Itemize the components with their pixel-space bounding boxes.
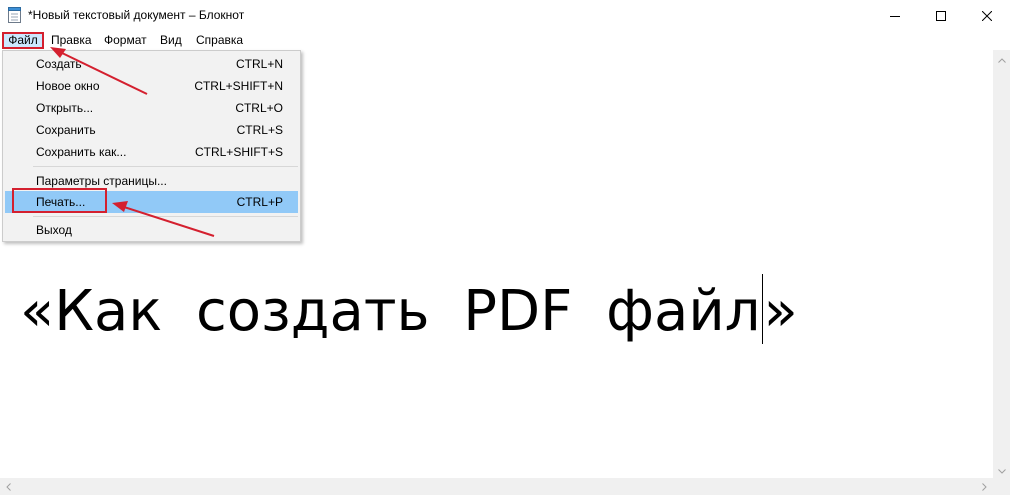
text-caret bbox=[761, 274, 763, 344]
menu-item-label: Новое окно bbox=[36, 79, 100, 93]
document-text: «Как создать PDF файл» bbox=[20, 274, 798, 346]
scrollbar-corner bbox=[993, 478, 1010, 495]
scroll-right-button[interactable] bbox=[976, 478, 993, 495]
menu-item-shortcut: CTRL+N bbox=[235, 57, 283, 71]
menu-help[interactable]: Справка bbox=[196, 32, 243, 49]
minimize-icon bbox=[890, 11, 900, 21]
text-before-caret: «Как создать PDF файл bbox=[20, 279, 761, 344]
menu-separator bbox=[33, 166, 298, 167]
title-bar: *Новый текстовый документ – Блокнот bbox=[0, 0, 1010, 31]
menu-item-shortcut: CTRL+SHIFT+N bbox=[194, 79, 283, 93]
menu-item-label: Создать bbox=[36, 57, 82, 71]
menu-view[interactable]: Вид bbox=[160, 32, 182, 49]
text-after-caret: » bbox=[763, 279, 798, 344]
menu-item-open[interactable]: Открыть... CTRL+O bbox=[5, 97, 298, 119]
vertical-scrollbar[interactable] bbox=[993, 50, 1010, 478]
minimize-button[interactable] bbox=[872, 0, 918, 31]
scroll-up-button[interactable] bbox=[993, 50, 1010, 67]
menu-item-shortcut: CTRL+SHIFT+S bbox=[194, 145, 283, 159]
menu-edit[interactable]: Правка bbox=[51, 32, 92, 49]
menu-item-label: Открыть... bbox=[36, 101, 94, 115]
menu-format[interactable]: Формат bbox=[104, 32, 147, 49]
chevron-up-icon bbox=[997, 52, 1006, 66]
scroll-down-button[interactable] bbox=[993, 461, 1010, 478]
print-highlight-box bbox=[12, 188, 107, 213]
menu-item-label: Выход bbox=[36, 223, 72, 237]
file-menu-dropdown: Создать CTRL+N Новое окно CTRL+SHIFT+N О… bbox=[2, 50, 301, 242]
menu-item-new[interactable]: Создать CTRL+N bbox=[5, 53, 298, 75]
menu-item-shortcut: CTRL+O bbox=[235, 101, 283, 115]
menu-item-exit[interactable]: Выход bbox=[5, 219, 298, 241]
notepad-window: *Новый текстовый документ – Блокнот Файл… bbox=[0, 0, 1010, 495]
menu-item-shortcut: CTRL+S bbox=[236, 123, 283, 137]
chevron-down-icon bbox=[997, 463, 1006, 477]
menu-bar: Файл Правка Формат Вид Справка bbox=[0, 31, 1010, 50]
close-button[interactable] bbox=[964, 0, 1010, 31]
menu-item-shortcut: CTRL+P bbox=[236, 195, 283, 209]
menu-item-new-window[interactable]: Новое окно CTRL+SHIFT+N bbox=[5, 75, 298, 97]
notepad-icon bbox=[8, 7, 21, 23]
menu-item-label: Сохранить bbox=[36, 123, 96, 137]
maximize-icon bbox=[936, 10, 946, 21]
menu-separator bbox=[33, 216, 298, 217]
chevron-left-icon bbox=[6, 480, 11, 494]
menu-item-label: Сохранить как... bbox=[36, 145, 127, 159]
maximize-button[interactable] bbox=[918, 0, 964, 31]
chevron-right-icon bbox=[982, 480, 987, 494]
menu-item-save-as[interactable]: Сохранить как... CTRL+SHIFT+S bbox=[5, 141, 298, 163]
close-icon bbox=[982, 10, 992, 21]
scroll-left-button[interactable] bbox=[0, 478, 17, 495]
window-title: *Новый текстовый документ – Блокнот bbox=[28, 8, 245, 22]
horizontal-scrollbar[interactable] bbox=[0, 478, 993, 495]
menu-file[interactable]: Файл bbox=[2, 32, 44, 49]
menu-item-save[interactable]: Сохранить CTRL+S bbox=[5, 119, 298, 141]
